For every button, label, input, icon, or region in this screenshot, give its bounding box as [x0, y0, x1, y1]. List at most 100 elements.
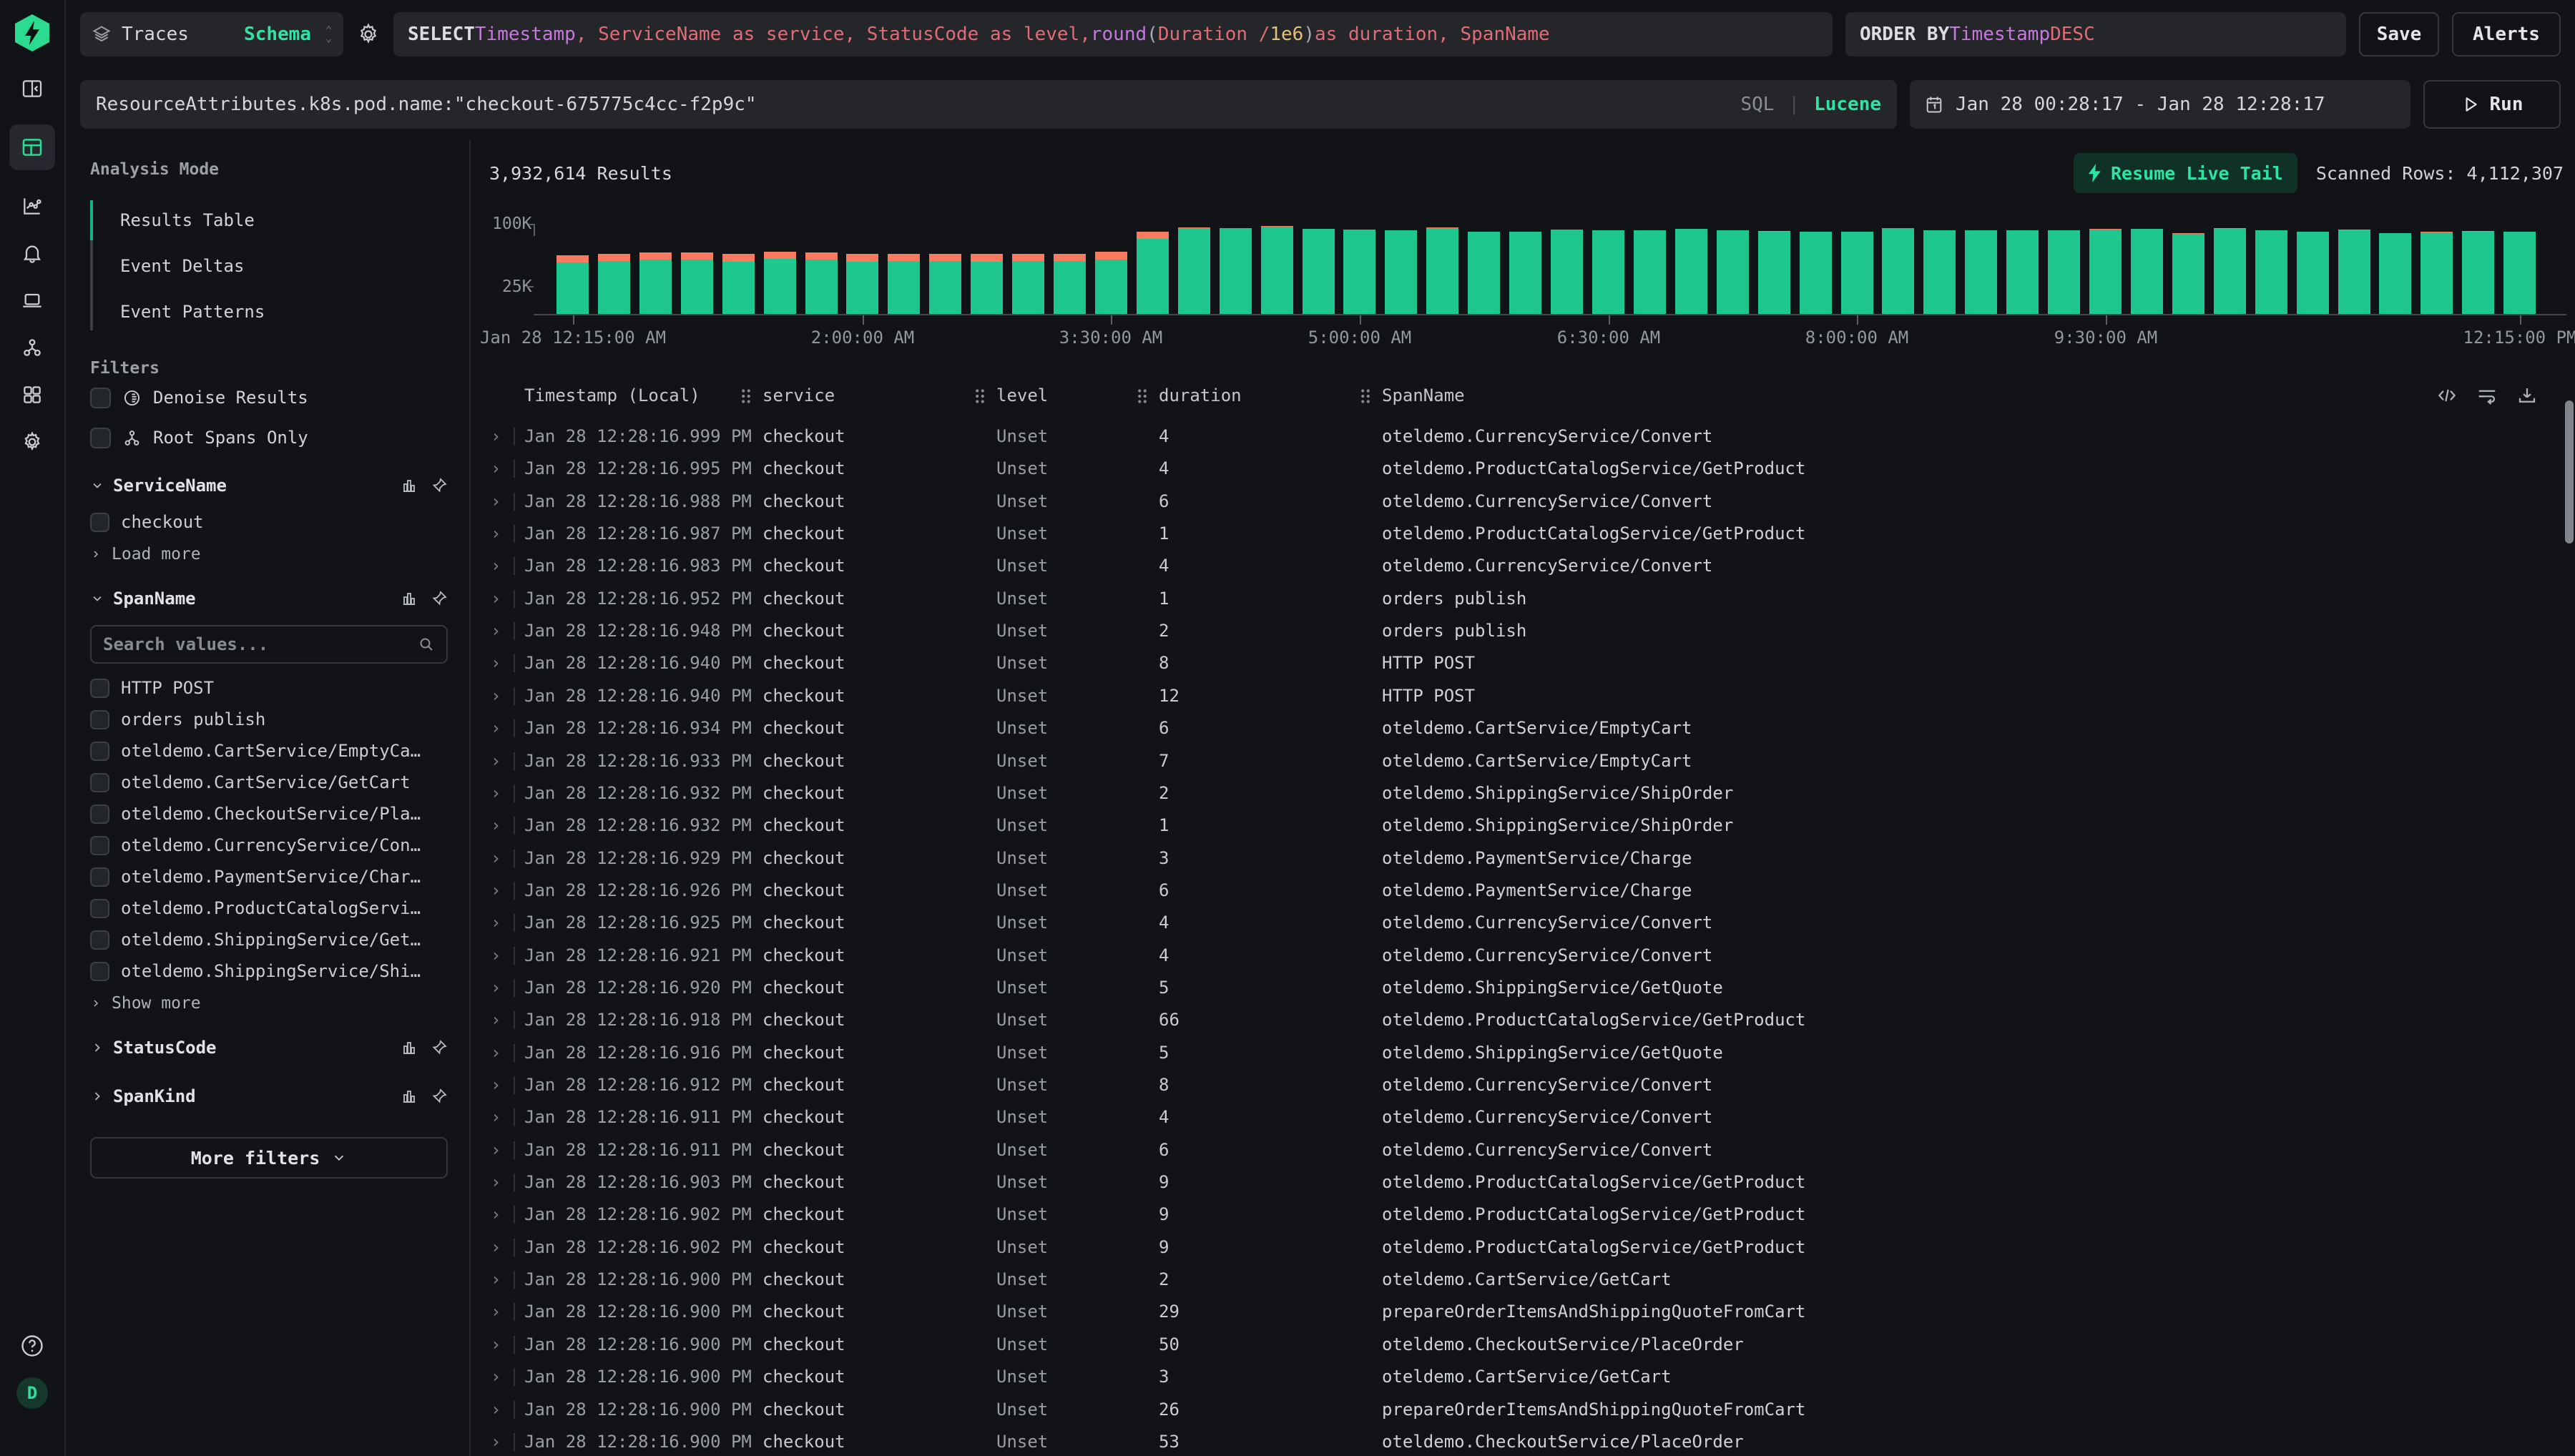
table-row[interactable]: ›Jan 28 12:28:16.948 PMcheckoutUnset2ord… [472, 615, 2575, 647]
histogram-bar[interactable] [764, 252, 796, 314]
histogram-bar[interactable] [805, 252, 838, 314]
facet-value[interactable]: oteldemo.CartService/EmptyCa… [90, 735, 448, 767]
mode-lucene-toggle[interactable]: Lucene [1814, 94, 1881, 115]
histogram-bar[interactable] [1343, 230, 1375, 314]
table-row[interactable]: ›Jan 28 12:28:16.920 PMcheckoutUnset5ote… [472, 972, 2575, 1004]
chevron-down-icon[interactable] [90, 478, 104, 493]
row-expand-chevron[interactable]: › [491, 1329, 501, 1361]
histogram-bar[interactable] [1426, 227, 1458, 314]
facet-checkbox[interactable] [90, 867, 109, 887]
col-level[interactable]: level [996, 370, 1048, 420]
wrap-text-icon[interactable] [2476, 385, 2498, 406]
histogram-bar[interactable] [2297, 232, 2329, 314]
user-avatar[interactable]: D [16, 1377, 48, 1409]
row-expand-chevron[interactable]: › [491, 420, 501, 453]
service-map-icon[interactable] [9, 325, 55, 370]
table-row[interactable]: ›Jan 28 12:28:16.932 PMcheckoutUnset2ote… [472, 777, 2575, 810]
facet-header-statuscode[interactable]: StatusCode [90, 1027, 448, 1068]
facet-checkbox[interactable] [90, 899, 109, 918]
table-row[interactable]: ›Jan 28 12:28:16.940 PMcheckoutUnset8HTT… [472, 647, 2575, 679]
histogram-bar[interactable] [1012, 254, 1044, 314]
facet-checkbox[interactable] [90, 836, 109, 855]
histogram-bar[interactable] [2379, 233, 2411, 314]
facet-chart-button[interactable] [401, 1088, 418, 1105]
facet-checkbox[interactable] [90, 679, 109, 698]
row-expand-chevron[interactable]: › [491, 875, 501, 907]
facet-value[interactable]: checkout [90, 506, 448, 538]
table-row[interactable]: ›Jan 28 12:28:16.987 PMcheckoutUnset1ote… [472, 518, 2575, 550]
row-expand-chevron[interactable]: › [491, 1101, 501, 1133]
histogram-bar[interactable] [1385, 230, 1417, 314]
row-expand-chevron[interactable]: › [491, 453, 501, 485]
row-expand-chevron[interactable]: › [491, 1134, 501, 1166]
save-button[interactable]: Save [2359, 12, 2439, 56]
histogram-bar[interactable] [1261, 226, 1293, 314]
row-expand-chevron[interactable]: › [491, 1361, 501, 1393]
row-expand-chevron[interactable]: › [491, 1394, 501, 1426]
chevron-right-icon[interactable] [90, 1089, 104, 1103]
histogram-bar[interactable] [929, 254, 961, 314]
alerts-button[interactable]: Alerts [2452, 12, 2561, 56]
table-row[interactable]: ›Jan 28 12:28:16.912 PMcheckoutUnset8ote… [472, 1069, 2575, 1101]
row-expand-chevron[interactable]: › [491, 680, 501, 712]
facet-checkbox[interactable] [90, 930, 109, 950]
drag-handle-icon[interactable] [740, 388, 752, 405]
histogram-bar[interactable] [971, 254, 1003, 314]
row-expand-chevron[interactable]: › [491, 1231, 501, 1264]
table-row[interactable]: ›Jan 28 12:28:16.934 PMcheckoutUnset6ote… [472, 712, 2575, 744]
source-settings-gear-icon[interactable] [356, 22, 381, 46]
table-row[interactable]: ›Jan 28 12:28:16.911 PMcheckoutUnset6ote… [472, 1134, 2575, 1166]
histogram-bar[interactable] [2048, 230, 2080, 314]
row-expand-chevron[interactable]: › [491, 777, 501, 810]
schema-label[interactable]: Schema [244, 24, 311, 45]
histogram-bar[interactable] [722, 254, 755, 314]
facet-chart-button[interactable] [401, 1039, 418, 1056]
help-icon[interactable] [19, 1333, 45, 1362]
facet-checkbox[interactable] [90, 710, 109, 729]
table-row[interactable]: ›Jan 28 12:28:16.903 PMcheckoutUnset9ote… [472, 1166, 2575, 1199]
histogram-bar[interactable] [1468, 232, 1500, 314]
source-selector[interactable]: Traces Schema ⌃⌄ [80, 12, 343, 56]
table-row[interactable]: ›Jan 28 12:28:16.900 PMcheckoutUnset53ot… [472, 1426, 2575, 1456]
facet-pin-button[interactable] [431, 1039, 448, 1056]
dashboards-icon[interactable] [9, 372, 55, 418]
histogram-bar[interactable] [888, 254, 920, 314]
search-results-icon[interactable] [9, 124, 55, 170]
table-row[interactable]: ›Jan 28 12:28:16.900 PMcheckoutUnset29pr… [472, 1296, 2575, 1328]
root-spans-toggle[interactable]: Root Spans Only [90, 418, 448, 458]
row-expand-chevron[interactable]: › [491, 1037, 501, 1069]
row-expand-chevron[interactable]: › [491, 518, 501, 550]
histogram-bar[interactable] [1882, 228, 1914, 314]
histogram-bar[interactable] [2420, 232, 2453, 314]
chevron-down-icon[interactable] [90, 591, 104, 606]
facet-chart-button[interactable] [401, 477, 418, 494]
table-row[interactable]: ›Jan 28 12:28:16.926 PMcheckoutUnset6ote… [472, 875, 2575, 907]
root-spans-checkbox[interactable] [90, 428, 111, 448]
table-row[interactable]: ›Jan 28 12:28:16.911 PMcheckoutUnset4ote… [472, 1101, 2575, 1133]
histogram-bar[interactable] [1303, 229, 1335, 314]
histogram-bar[interactable] [1923, 230, 1956, 314]
row-expand-chevron[interactable]: › [491, 1264, 501, 1296]
table-row[interactable]: ›Jan 28 12:28:16.952 PMcheckoutUnset1ord… [472, 583, 2575, 615]
download-icon[interactable] [2516, 385, 2538, 406]
denoise-toggle[interactable]: Denoise Results [90, 378, 448, 418]
row-expand-chevron[interactable]: › [491, 972, 501, 1004]
histogram-bar[interactable] [1800, 232, 1832, 314]
facet-header-spanname[interactable]: SpanName [90, 578, 448, 619]
chart-icon[interactable] [9, 183, 55, 229]
mode-event-patterns[interactable]: Event Patterns [90, 289, 448, 335]
histogram-bar[interactable] [1758, 231, 1790, 314]
drag-handle-icon[interactable] [973, 388, 986, 405]
histogram-bar[interactable] [1717, 230, 1749, 314]
facet-header-spankind[interactable]: SpanKind [90, 1076, 448, 1117]
row-expand-chevron[interactable]: › [491, 615, 501, 647]
histogram-bar[interactable] [1551, 230, 1583, 314]
histogram-bar[interactable] [2006, 230, 2039, 314]
row-expand-chevron[interactable]: › [491, 1426, 501, 1456]
row-expand-chevron[interactable]: › [491, 1004, 501, 1036]
histogram-bar[interactable] [598, 254, 630, 314]
table-row[interactable]: ›Jan 28 12:28:16.929 PMcheckoutUnset3ote… [472, 842, 2575, 875]
histogram-bar[interactable] [2338, 230, 2370, 314]
table-row[interactable]: ›Jan 28 12:28:16.902 PMcheckoutUnset9ote… [472, 1231, 2575, 1264]
row-expand-chevron[interactable]: › [491, 1166, 501, 1199]
